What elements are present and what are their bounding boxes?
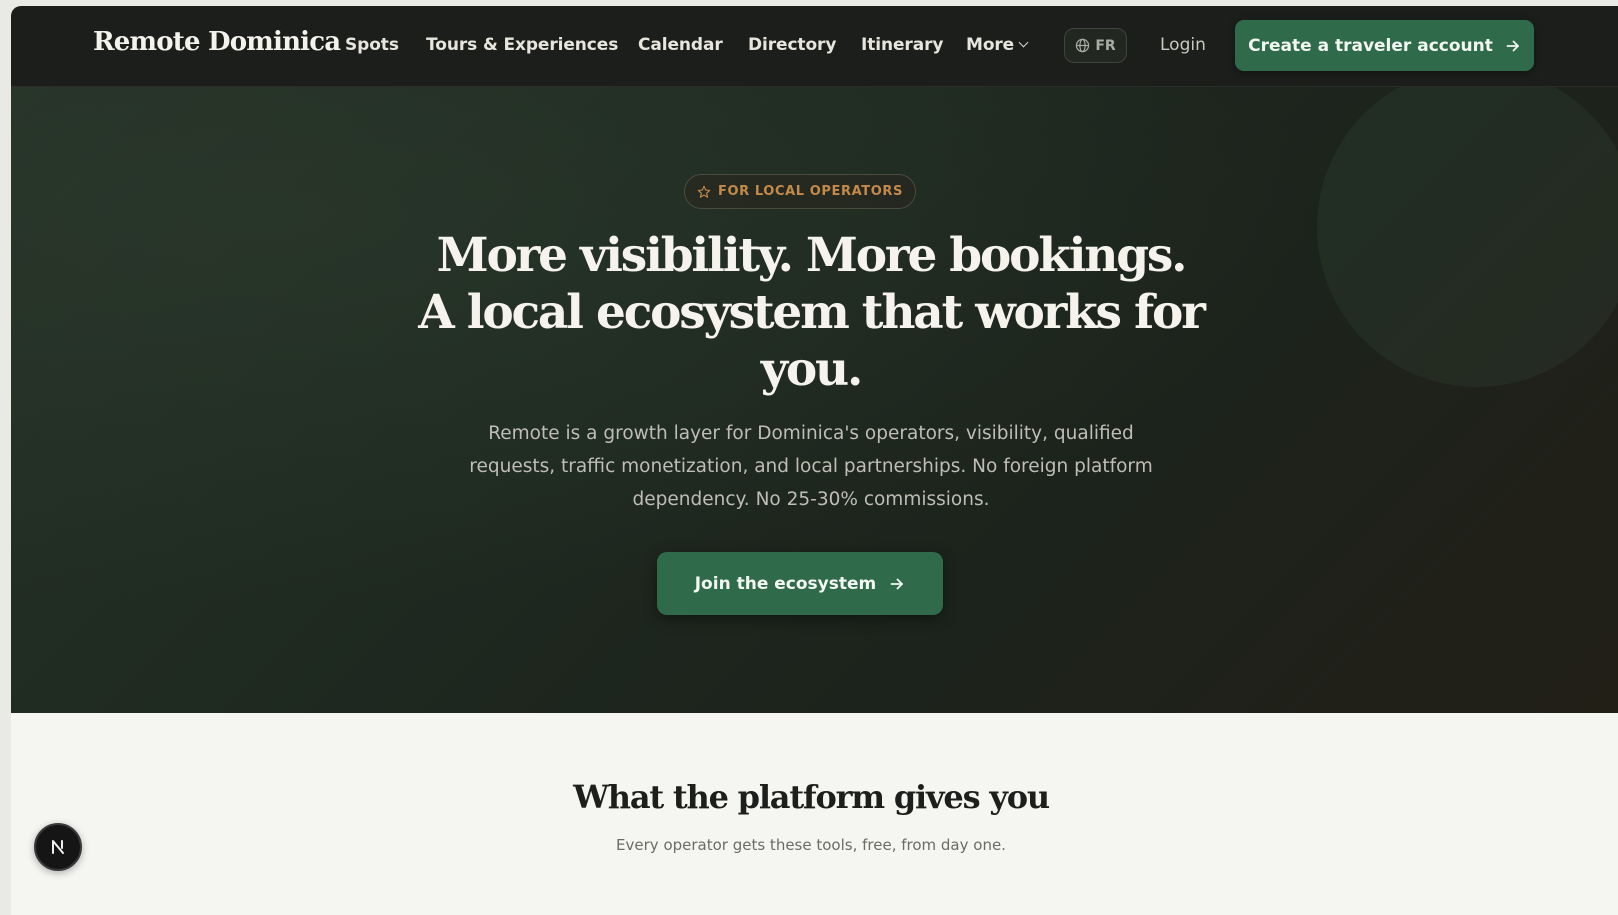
site-logo[interactable]: Remote Dominica	[93, 27, 341, 57]
create-traveler-account-button[interactable]: Create a traveler account	[1235, 20, 1534, 71]
star-icon	[697, 185, 711, 198]
arrow-right-icon	[1506, 40, 1519, 51]
join-ecosystem-button[interactable]: Join the ecosystem	[657, 552, 943, 615]
language-code: FR	[1095, 37, 1116, 54]
nav-more-menu[interactable]: More	[966, 35, 1029, 55]
arrow-right-icon	[890, 578, 904, 589]
top-navigation-bar: Remote Dominica Spots Tours & Experience…	[11, 6, 1618, 87]
nav-more-label: More	[966, 35, 1015, 55]
hero-section: FOR LOCAL OPERATORS More visibility. Mor…	[11, 87, 1618, 713]
nav-link-tours-experiences[interactable]: Tours & Experiences	[426, 35, 618, 55]
hero-headline-line-2: A local ecosystem that works for you.	[418, 285, 1206, 397]
create-account-label: Create a traveler account	[1248, 35, 1493, 56]
browser-viewport: Remote Dominica Spots Tours & Experience…	[11, 6, 1618, 915]
features-section-title: What the platform gives you	[573, 778, 1050, 816]
hero-headline: More visibility. More bookings. A local …	[391, 227, 1231, 398]
globe-icon	[1076, 38, 1090, 53]
nav-link-itinerary[interactable]: Itinerary	[861, 35, 943, 55]
chevron-down-icon	[1018, 37, 1029, 48]
login-link[interactable]: Login	[1160, 35, 1206, 55]
badge-label: FOR LOCAL OPERATORS	[718, 184, 903, 199]
join-ecosystem-label: Join the ecosystem	[694, 573, 877, 594]
n-logo-icon	[52, 840, 64, 854]
nextjs-devtools-button[interactable]	[34, 823, 82, 871]
language-switch-button[interactable]: FR	[1064, 28, 1127, 63]
audience-badge: FOR LOCAL OPERATORS	[684, 174, 916, 209]
nav-link-directory[interactable]: Directory	[748, 35, 836, 55]
decorative-circle	[1317, 87, 1618, 387]
hero-description: Remote is a growth layer for Dominica's …	[469, 423, 1153, 510]
nav-link-calendar[interactable]: Calendar	[638, 35, 723, 55]
hero-headline-line-1: More visibility. More bookings.	[436, 228, 1188, 283]
nav-link-spots[interactable]: Spots	[345, 35, 399, 55]
features-section-subtitle: Every operator gets these tools, free, f…	[616, 836, 1006, 854]
